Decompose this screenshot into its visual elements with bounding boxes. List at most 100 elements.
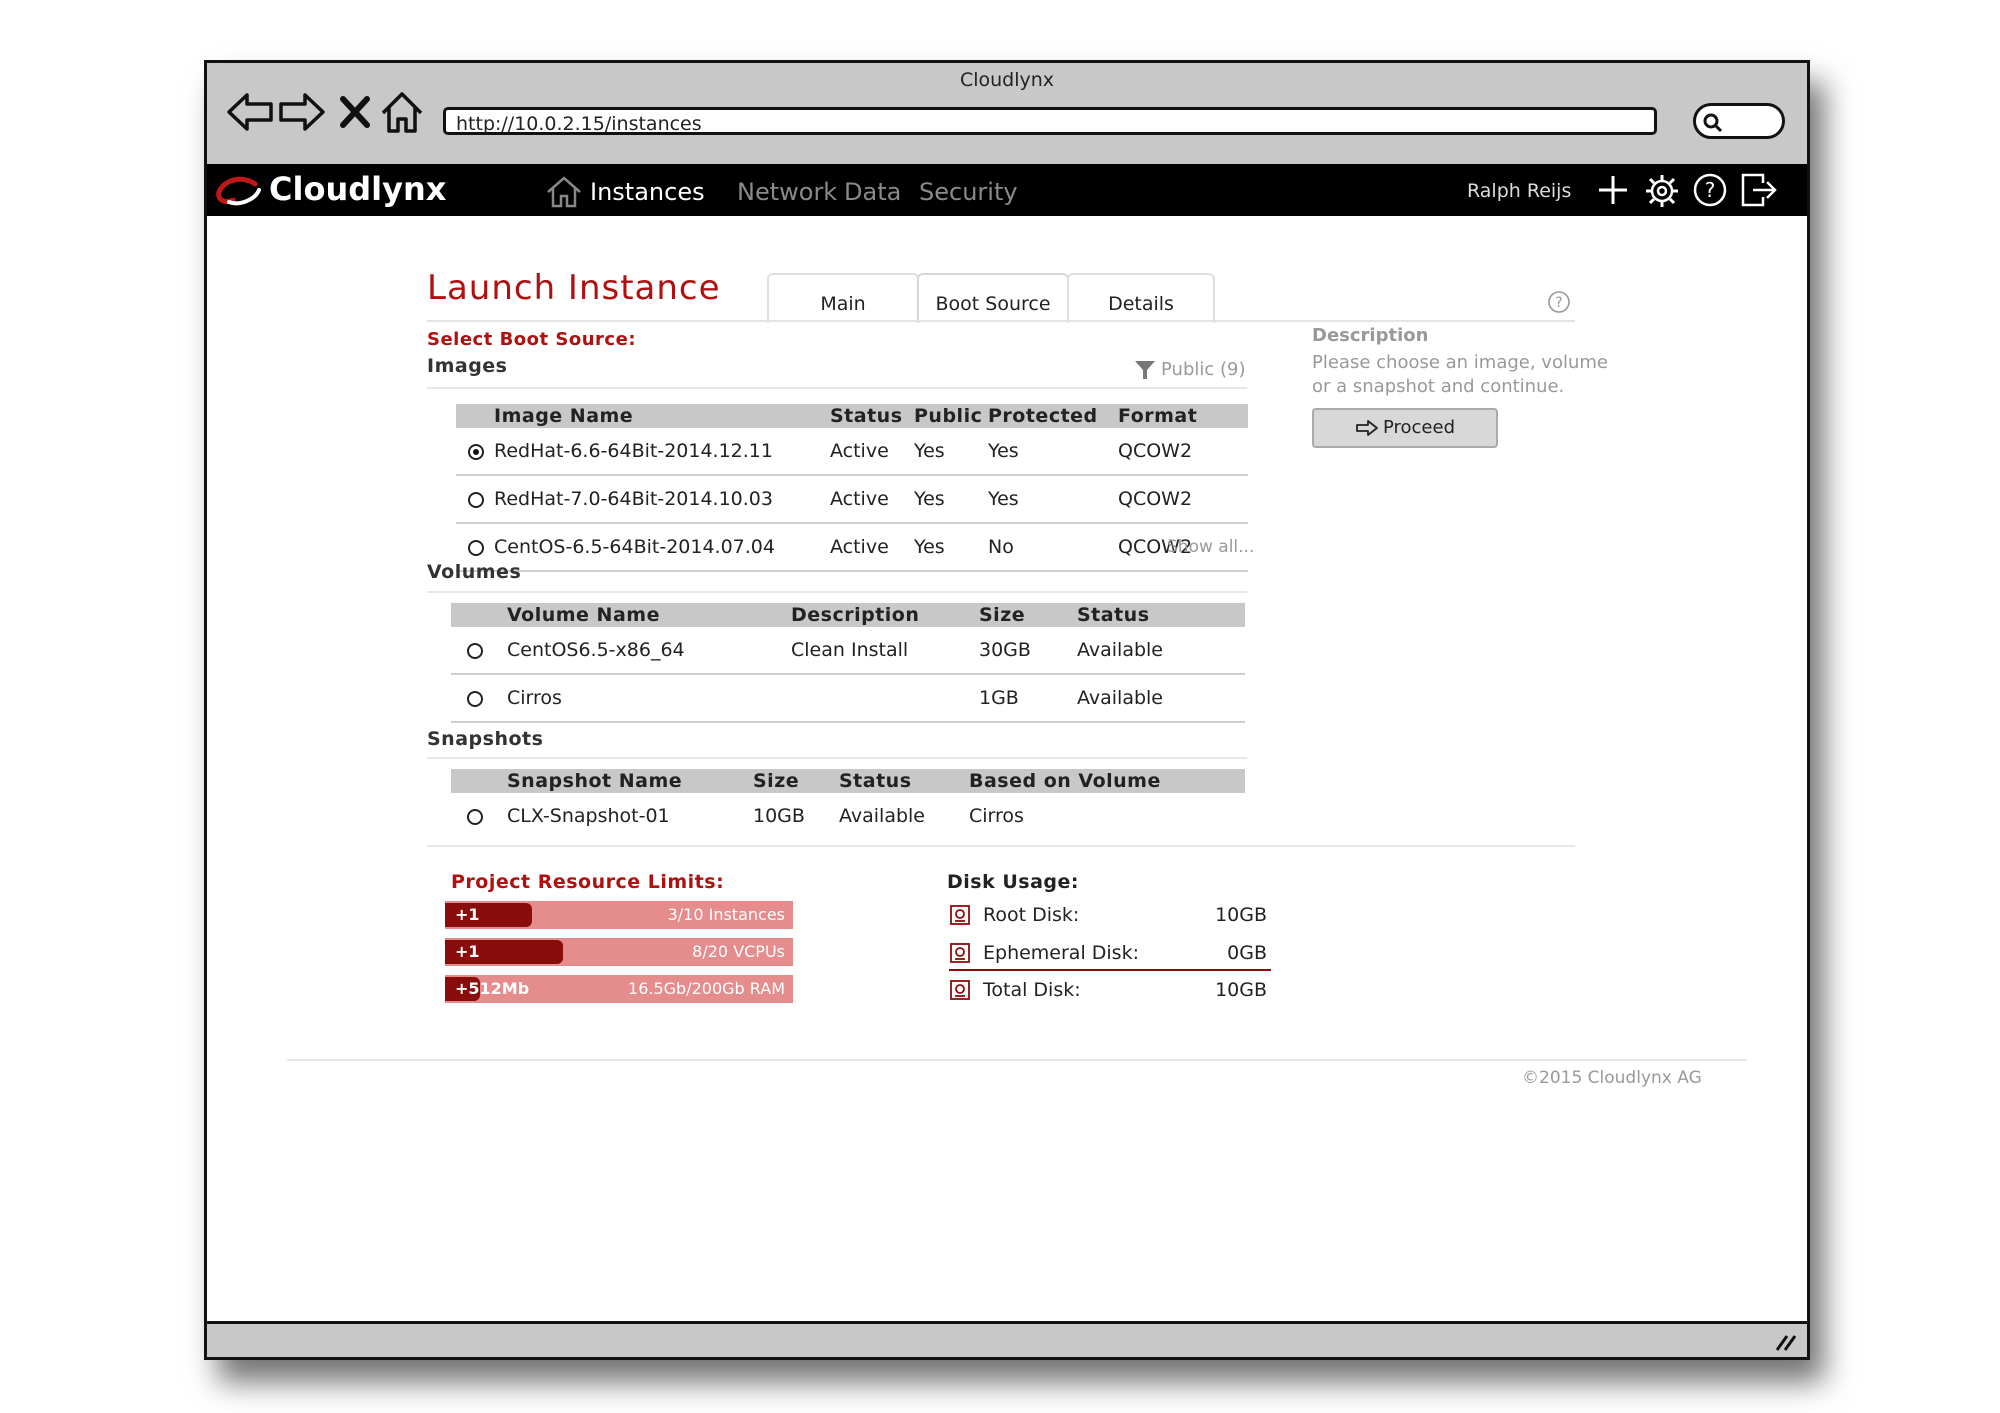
- public-cell: Yes: [914, 475, 988, 524]
- description-text: Please choose an image, volume or a snap…: [1312, 352, 1608, 397]
- select-boot-source-label: Select Boot Source:: [427, 329, 637, 350]
- tab-main[interactable]: Main: [767, 273, 919, 323]
- user-menu[interactable]: Ralph Reijs: [1467, 180, 1571, 202]
- row-radio-cell[interactable]: [451, 793, 507, 839]
- radio-button[interactable]: [467, 642, 483, 659]
- home-nav-icon[interactable]: [545, 174, 583, 212]
- column-header: Protected: [988, 404, 1118, 428]
- cloudlynx-logo-icon: [215, 174, 263, 212]
- instances-usage-label: 3/10 Instances: [667, 905, 785, 924]
- browser-search-input[interactable]: [1693, 103, 1785, 139]
- volume-name-cell: CentOS6.5-x86_64: [507, 627, 791, 675]
- help-icon[interactable]: ?: [1691, 171, 1729, 213]
- radio-button[interactable]: [468, 443, 484, 460]
- show-all-link[interactable]: Show all...: [1167, 537, 1254, 557]
- forward-arrow-icon[interactable]: [277, 87, 327, 137]
- filter-icon[interactable]: [1133, 359, 1157, 385]
- row-radio-cell[interactable]: [451, 627, 507, 675]
- page-title: Launch Instance: [427, 268, 721, 308]
- images-header-row: Image Name Status Public Protected Forma…: [456, 404, 1248, 428]
- column-header: Size: [979, 603, 1077, 627]
- snapshot-name-cell: CLX-Snapshot-01: [507, 805, 670, 827]
- images-divider: [427, 387, 1247, 389]
- column-header: Image Name: [494, 404, 830, 428]
- column-header: Size: [753, 769, 839, 793]
- browser-chrome: Cloudlynx http://10.0.2.15/instances: [207, 63, 1807, 164]
- select-column-header: [456, 404, 494, 428]
- volume-name-cell: Cirros: [507, 674, 791, 723]
- resource-limits-heading: Project Resource Limits:: [451, 871, 725, 893]
- logout-icon[interactable]: [1739, 171, 1779, 213]
- radio-button[interactable]: [467, 690, 483, 707]
- volumes-header-row: Volume Name Description Size Status: [451, 603, 1245, 627]
- volumes-table: Volume Name Description Size Status Cent…: [451, 603, 1245, 723]
- table-row[interactable]: RedHat-7.0-64Bit-2014.10.03 Active Yes Y…: [456, 475, 1248, 524]
- total-disk-label: Total Disk:: [983, 979, 1081, 1001]
- size-cell: 30GB: [979, 627, 1077, 675]
- total-disk-value: 10GB: [1215, 979, 1267, 1001]
- content-divider: [427, 845, 1575, 847]
- protected-cell: Yes: [988, 475, 1118, 524]
- svg-text:?: ?: [1555, 295, 1562, 311]
- radio-button[interactable]: [468, 539, 484, 556]
- volumes-heading: Volumes: [427, 561, 522, 583]
- tab-boot-source[interactable]: Boot Source: [917, 273, 1069, 323]
- question-icon[interactable]: ?: [1547, 290, 1571, 318]
- status-cell: Available: [839, 805, 926, 827]
- radio-button[interactable]: [467, 808, 483, 825]
- table-row[interactable]: CentOS-6.5-64Bit-2014.07.04 Active Yes N…: [456, 523, 1248, 572]
- svg-text:?: ?: [1705, 178, 1716, 202]
- tab-details[interactable]: Details: [1067, 273, 1215, 323]
- row-radio-cell[interactable]: [456, 428, 494, 476]
- row-radio-cell[interactable]: [451, 674, 507, 723]
- proceed-button[interactable]: Proceed: [1312, 408, 1498, 448]
- images-heading: Images: [427, 355, 508, 377]
- footer-divider: [287, 1059, 1747, 1061]
- nav-data[interactable]: Data: [844, 178, 901, 206]
- disk-icon: [949, 979, 971, 1005]
- radio-button[interactable]: [468, 491, 484, 508]
- image-name-cell: RedHat-7.0-64Bit-2014.10.03: [494, 475, 830, 524]
- status-cell: Available: [1077, 674, 1245, 723]
- home-icon[interactable]: [379, 87, 429, 137]
- column-header: Snapshot Name: [507, 769, 753, 793]
- nav-security[interactable]: Security: [919, 178, 1018, 206]
- status-cell: Active: [830, 475, 914, 524]
- size-cell: 10GB: [753, 805, 805, 827]
- copyright: ©2015 Cloudlynx AG: [1522, 1068, 1702, 1088]
- select-column-header: [451, 769, 507, 793]
- back-arrow-icon[interactable]: [225, 87, 275, 137]
- table-row[interactable]: Cirros 1GB Available: [451, 674, 1245, 723]
- table-row[interactable]: RedHat-6.6-64Bit-2014.12.11 Active Yes Y…: [456, 428, 1248, 476]
- tab-divider: [427, 320, 1575, 322]
- description-cell: [791, 674, 979, 723]
- nav-instances[interactable]: Instances: [590, 178, 705, 206]
- root-disk-label: Root Disk:: [983, 904, 1080, 926]
- snapshots-heading: Snapshots: [427, 728, 544, 750]
- ram-usage-bar: +512Mb 16.5Gb/200Gb RAM: [445, 975, 793, 1003]
- resize-grip-icon[interactable]: [1773, 1330, 1799, 1356]
- column-header: Status: [1077, 603, 1245, 627]
- add-icon[interactable]: [1595, 172, 1631, 212]
- snapshots-divider: [427, 757, 1247, 759]
- table-row[interactable]: CentOS6.5-x86_64 Clean Install 30GB Avai…: [451, 627, 1245, 675]
- size-cell: 1GB: [979, 674, 1077, 723]
- public-filter-label[interactable]: Public (9): [1161, 359, 1246, 380]
- column-header: Status: [830, 404, 914, 428]
- select-column-header: [451, 603, 507, 627]
- ephemeral-disk-label: Ephemeral Disk:: [983, 942, 1139, 964]
- gear-icon[interactable]: [1643, 172, 1681, 214]
- column-header: Description: [791, 603, 979, 627]
- browser-statusbar: [207, 1321, 1807, 1357]
- stop-icon[interactable]: [335, 87, 375, 137]
- images-table: Image Name Status Public Protected Forma…: [456, 404, 1248, 572]
- table-row[interactable]: CLX-Snapshot-01 10GB Available Cirros: [451, 793, 1245, 839]
- based-on-volume-cell: Cirros: [969, 805, 1024, 827]
- brand-name[interactable]: Cloudlynx: [269, 170, 446, 208]
- nav-network[interactable]: Network: [737, 178, 837, 206]
- row-radio-cell[interactable]: [456, 475, 494, 524]
- column-header: Public: [914, 404, 988, 428]
- format-cell: QCOW2: [1118, 475, 1248, 524]
- column-header: Volume Name: [507, 603, 791, 627]
- url-input[interactable]: http://10.0.2.15/instances: [443, 107, 1657, 135]
